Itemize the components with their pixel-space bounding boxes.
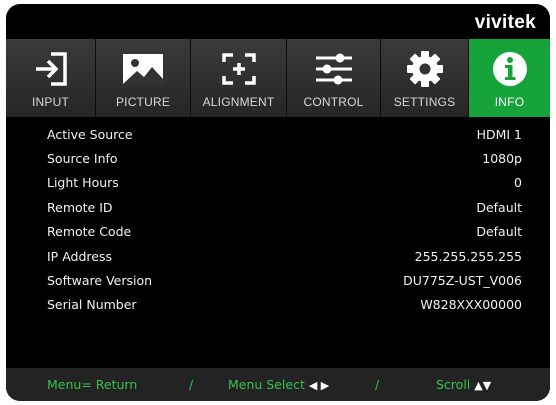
- tab-label: INPUT: [32, 95, 69, 109]
- scroll-label: Scroll: [436, 377, 471, 392]
- info-row-serial-number: Serial Number W828XXX00000: [6, 293, 550, 317]
- input-icon: [6, 49, 95, 89]
- row-label: Serial Number: [47, 297, 137, 313]
- picture-icon: [96, 49, 190, 89]
- info-row-software-version: Software Version DU775Z-UST_V006: [6, 268, 550, 292]
- row-value: Default: [476, 224, 522, 240]
- gear-icon: [381, 49, 468, 89]
- row-value: 255.255.255.255: [414, 248, 522, 264]
- row-value: DU775Z-UST_V006: [403, 273, 522, 289]
- footer-hint-bar: Menu= Return / Menu Select ◀ ▶ / Scroll …: [6, 368, 550, 401]
- info-row-light-hours: Light Hours 0: [6, 171, 550, 195]
- info-list: Active Source HDMI 1 Source Info 1080p L…: [6, 122, 550, 317]
- tab-picture[interactable]: PICTURE: [96, 39, 191, 117]
- tab-input[interactable]: INPUT: [6, 39, 96, 117]
- info-row-ip-address: IP Address 255.255.255.255: [6, 244, 550, 268]
- row-label: Active Source: [47, 126, 133, 142]
- row-value: 1080p: [482, 151, 522, 167]
- tab-info[interactable]: INFO: [469, 39, 550, 117]
- control-sliders-icon: [287, 49, 380, 89]
- tab-label: INFO: [494, 95, 525, 109]
- tab-alignment[interactable]: ALIGNMENT: [191, 39, 287, 117]
- separator: /: [375, 377, 380, 392]
- menu-tabs: INPUT PICTURE ALIGNMENT CONTROL SETTINGS…: [6, 39, 550, 117]
- info-icon: [469, 49, 550, 89]
- tab-label: PICTURE: [115, 95, 171, 109]
- row-value: W828XXX00000: [420, 297, 522, 313]
- vivitek-logo: vivitek: [474, 12, 536, 33]
- row-label: Remote Code: [47, 224, 132, 240]
- info-row-remote-id: Remote ID Default: [6, 195, 550, 219]
- tab-control[interactable]: CONTROL: [287, 39, 381, 117]
- row-value: HDMI 1: [476, 126, 522, 142]
- row-label: Source Info: [47, 151, 118, 167]
- up-down-arrows-icon: ▲▼: [474, 379, 492, 392]
- row-value: Default: [476, 199, 522, 215]
- separator: /: [189, 377, 194, 392]
- menu-return-hint: Menu= Return: [47, 377, 138, 392]
- tab-label: ALIGNMENT: [202, 95, 275, 109]
- menu-select-hint: Menu Select ◀ ▶: [228, 377, 329, 392]
- row-label: IP Address: [47, 248, 112, 264]
- info-row-active-source: Active Source HDMI 1: [6, 122, 550, 146]
- info-row-source-info: Source Info 1080p: [6, 146, 550, 170]
- projector-osd-menu: vivitek INPUT PICTURE ALIGNMENT CONTROL …: [6, 4, 550, 401]
- tab-settings[interactable]: SETTINGS: [381, 39, 469, 117]
- alignment-icon: [191, 49, 286, 89]
- row-label: Remote ID: [47, 199, 113, 215]
- tab-label: SETTINGS: [393, 95, 456, 109]
- row-label: Light Hours: [47, 175, 119, 191]
- row-label: Software Version: [47, 273, 153, 289]
- tab-label: CONTROL: [303, 95, 364, 109]
- info-row-remote-code: Remote Code Default: [6, 220, 550, 244]
- menu-select-label: Menu Select: [228, 377, 305, 392]
- left-right-arrows-icon: ◀ ▶: [308, 379, 330, 392]
- row-value: 0: [514, 175, 522, 191]
- scroll-hint: Scroll ▲▼: [436, 377, 491, 392]
